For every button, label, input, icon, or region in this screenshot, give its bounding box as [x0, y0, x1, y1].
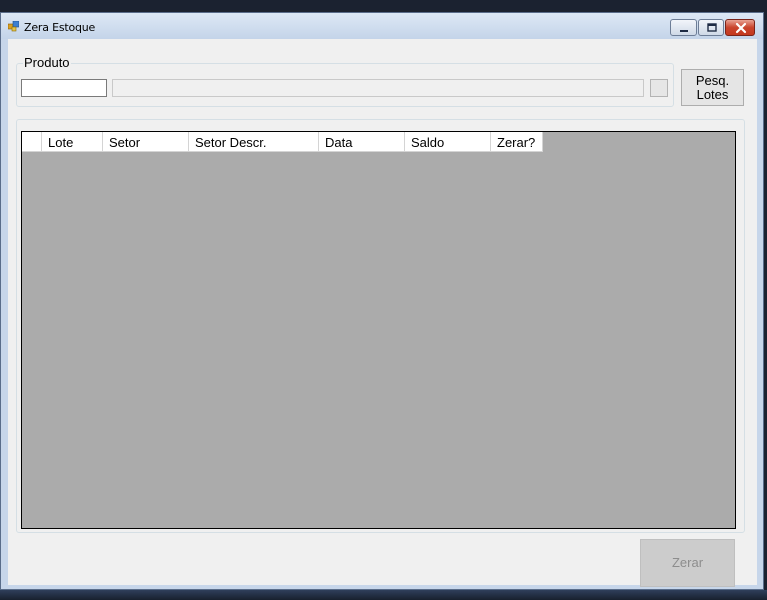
main-window: Zera Estoque Produto Pesq. Lotes Lote Se… — [0, 12, 764, 590]
title-bar[interactable]: Zera Estoque — [1, 13, 763, 39]
minimize-button[interactable] — [670, 19, 697, 36]
produto-lookup-button[interactable] — [650, 79, 668, 97]
lotes-grid[interactable]: Lote Setor Setor Descr. Data Saldo Zerar… — [21, 131, 736, 529]
zerar-button[interactable]: Zerar — [640, 539, 735, 587]
column-header-zerar[interactable]: Zerar? — [491, 132, 543, 152]
column-header-setor[interactable]: Setor — [103, 132, 189, 152]
produto-description-field — [112, 79, 644, 97]
row-header-corner[interactable] — [22, 132, 42, 152]
close-button[interactable] — [725, 19, 755, 36]
window-title: Zera Estoque — [24, 21, 96, 34]
maximize-button[interactable] — [698, 19, 724, 36]
app-icon — [8, 21, 19, 32]
minimize-icon — [680, 30, 688, 32]
grid-header: Lote Setor Setor Descr. Data Saldo Zerar… — [22, 132, 543, 152]
pesq-lotes-label-line2: Lotes — [696, 87, 729, 102]
column-header-lote[interactable]: Lote — [42, 132, 103, 152]
produto-code-input[interactable] — [21, 79, 107, 97]
column-header-setor-descr[interactable]: Setor Descr. — [189, 132, 319, 152]
close-icon — [735, 22, 747, 34]
produto-label: Produto — [23, 55, 71, 70]
taskbar-strip — [0, 590, 767, 600]
pesq-lotes-label-line1: Pesq. — [695, 73, 730, 88]
column-header-data[interactable]: Data — [319, 132, 405, 152]
maximize-icon — [707, 23, 717, 32]
column-header-saldo[interactable]: Saldo — [405, 132, 491, 152]
client-area: Produto Pesq. Lotes Lote Setor Setor Des… — [8, 39, 757, 587]
pesq-lotes-button[interactable]: Pesq. Lotes — [681, 69, 744, 106]
